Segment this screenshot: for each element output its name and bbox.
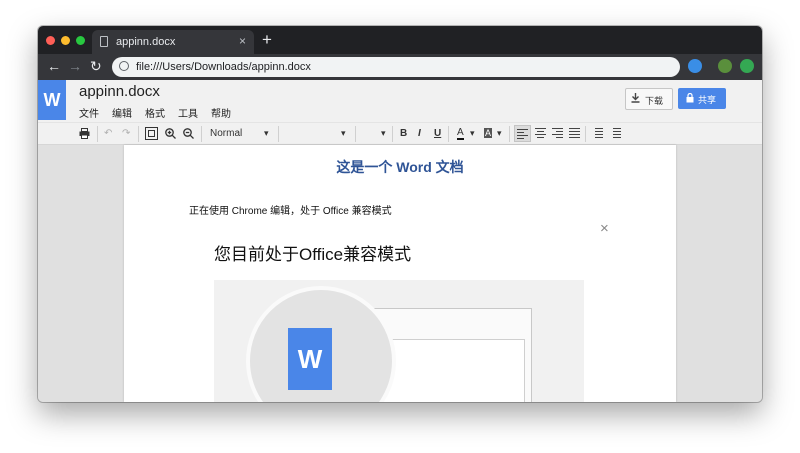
download-label: 下载	[645, 96, 664, 106]
document-title[interactable]: appinn.docx	[79, 83, 160, 100]
back-button[interactable]: ←	[47, 58, 61, 74]
underline-button[interactable]: U	[434, 128, 441, 140]
chevron-down-icon: ▾	[470, 128, 475, 138]
chevron-down-icon: ▾	[264, 128, 269, 138]
new-tab-button[interactable]: +	[262, 31, 272, 48]
share-label: 共享	[698, 95, 717, 105]
download-icon	[631, 93, 640, 103]
extension-compass-icon[interactable]	[688, 59, 702, 73]
zoom-window-button[interactable]	[76, 36, 85, 45]
browser-tab[interactable]: appinn.docx ×	[92, 30, 254, 54]
tab-title: appinn.docx	[116, 36, 176, 48]
align-right-icon[interactable]	[552, 128, 563, 138]
editor-canvas: 这是一个 Word 文档 正在使用 Chrome 编辑，处于 Office 兼容…	[38, 145, 762, 402]
toolbar-separator	[278, 126, 279, 142]
dialog-close-icon[interactable]: ×	[600, 220, 609, 237]
browser-window: appinn.docx × + ← → ↻ file:///Users/Down…	[38, 26, 762, 402]
share-button[interactable]: 共享	[678, 88, 726, 109]
menu-file[interactable]: 文件	[79, 105, 99, 120]
toolbar-separator	[97, 126, 98, 142]
text-color-icon: A	[457, 127, 464, 140]
globe-icon	[119, 61, 129, 71]
align-justify-icon[interactable]	[569, 128, 580, 138]
chevron-down-icon: ▾	[341, 128, 346, 138]
toolbar-separator	[509, 126, 510, 142]
lock-icon	[686, 93, 694, 103]
style-select-value: Normal	[210, 128, 243, 139]
address-bar[interactable]: file:///Users/Downloads/appinn.docx	[112, 57, 680, 77]
align-left-icon	[517, 129, 528, 139]
align-center-icon[interactable]	[535, 128, 546, 138]
tab-strip: appinn.docx × +	[38, 26, 762, 54]
forward-button[interactable]: →	[68, 58, 82, 74]
tab-close-icon[interactable]: ×	[239, 34, 246, 48]
minimize-window-button[interactable]	[61, 36, 70, 45]
formatting-toolbar: ↶ ↷ Normal ▾ ▾ ▾ B I U A ▾ A ▾	[38, 122, 762, 145]
url-text[interactable]: file:///Users/Downloads/appinn.docx	[136, 61, 311, 73]
zoom-in-icon[interactable]	[165, 128, 176, 139]
document-paragraph: 正在使用 Chrome 编辑，处于 Office 兼容模式	[189, 206, 392, 217]
zoom-out-icon[interactable]	[183, 128, 194, 139]
menu-help[interactable]: 帮助	[211, 105, 231, 120]
toolbar-separator	[448, 126, 449, 142]
close-window-button[interactable]	[46, 36, 55, 45]
extension-frog-icon[interactable]	[718, 59, 732, 73]
app-header: W appinn.docx 文件 编辑 格式 工具 帮助 下载 共享	[38, 80, 762, 122]
redo-icon[interactable]: ↷	[122, 128, 130, 140]
fit-page-icon[interactable]	[145, 127, 158, 140]
undo-icon[interactable]: ↶	[104, 128, 112, 140]
highlight-icon: A	[484, 128, 493, 138]
bold-button[interactable]: B	[400, 128, 407, 140]
align-left-button[interactable]	[514, 125, 531, 142]
document-page[interactable]: 这是一个 Word 文档 正在使用 Chrome 编辑，处于 Office 兼容…	[124, 145, 676, 402]
chevron-down-icon: ▾	[497, 128, 502, 138]
extension-download-icon[interactable]	[740, 59, 754, 73]
toolbar-separator	[392, 126, 393, 142]
dialog-title: 您目前处于Office兼容模式	[214, 245, 412, 264]
menu-edit[interactable]: 编辑	[112, 105, 132, 120]
document-heading: 这是一个 Word 文档	[336, 159, 464, 175]
bulleted-list-icon[interactable]	[610, 128, 621, 138]
document-icon	[100, 36, 108, 47]
menu-tools[interactable]: 工具	[178, 105, 198, 120]
toolbar-separator	[201, 126, 202, 142]
reload-button[interactable]: ↻	[90, 58, 102, 75]
browser-toolbar: ← → ↻ file:///Users/Downloads/appinn.doc…	[38, 54, 762, 80]
chevron-down-icon: ▾	[381, 128, 386, 138]
italic-button[interactable]: I	[418, 128, 421, 140]
menu-format[interactable]: 格式	[145, 105, 165, 120]
window-controls	[46, 36, 85, 45]
toolbar-separator	[355, 126, 356, 142]
word-logo-icon: W	[38, 80, 66, 120]
toolbar-separator	[585, 126, 586, 142]
numbered-list-icon[interactable]	[592, 128, 603, 138]
word-icon: W	[288, 328, 332, 390]
toolbar-separator	[138, 126, 139, 142]
menu-bar: 文件 编辑 格式 工具 帮助	[79, 105, 231, 120]
compatibility-illustration: W	[214, 280, 584, 402]
download-button[interactable]: 下载	[625, 88, 673, 110]
print-icon[interactable]	[79, 128, 90, 139]
